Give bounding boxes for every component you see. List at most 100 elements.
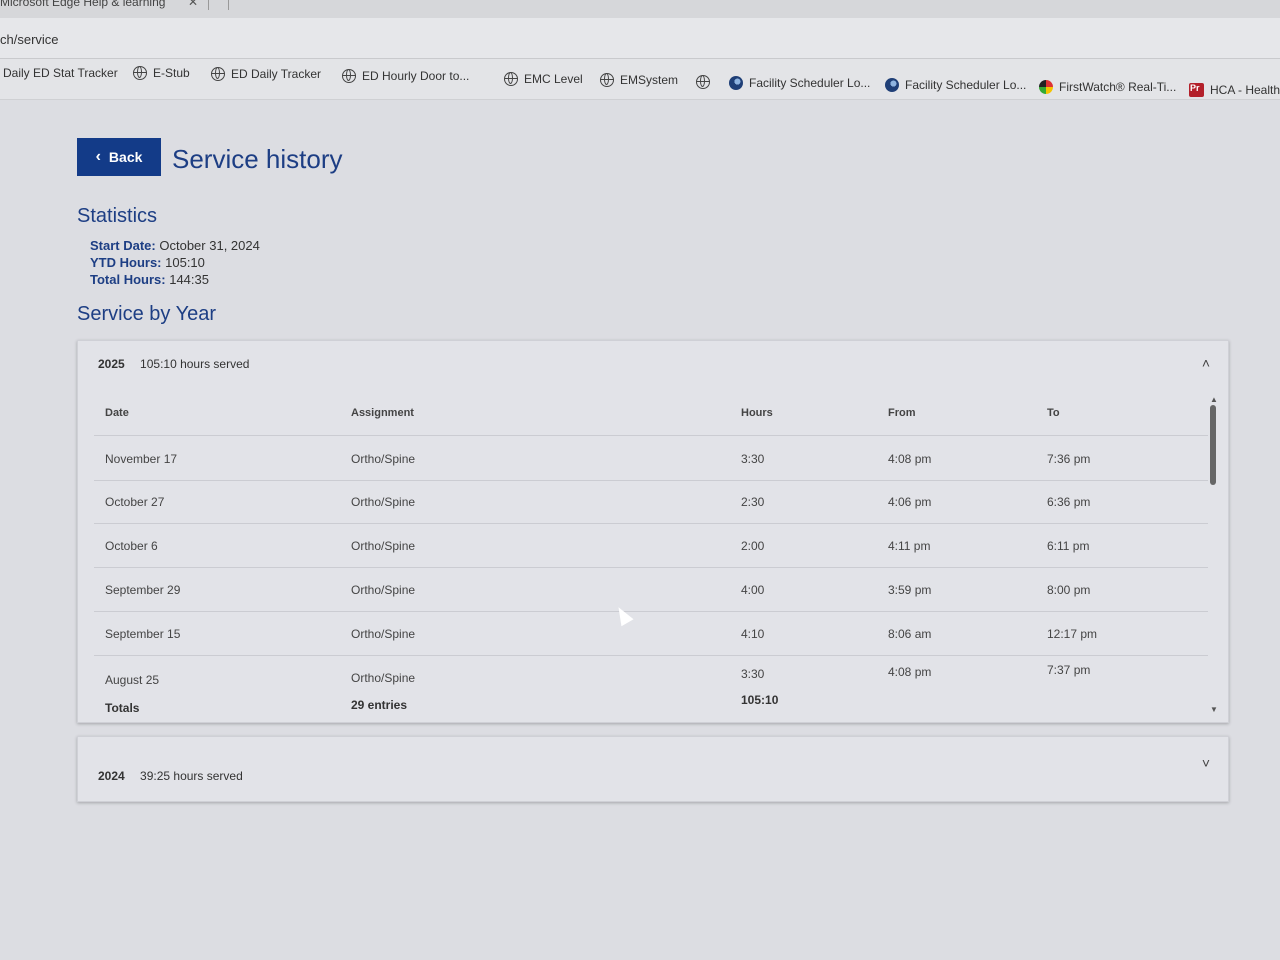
back-button[interactable]: ‹ Back <box>77 138 161 176</box>
table-row[interactable]: September 29 Ortho/Spine 4:00 3:59 pm 8:… <box>94 567 1208 612</box>
favorite-ed-hourly-door[interactable]: ED Hourly Door to... <box>342 69 469 83</box>
cell-to: 8:00 pm <box>1047 583 1091 597</box>
favorite-label: ED Daily Tracker <box>231 67 322 81</box>
stat-label: Start Date: <box>90 238 156 253</box>
cell-from: 8:06 am <box>888 627 932 641</box>
favorite-unnamed[interactable] <box>696 75 716 89</box>
favorites-bar: Daily ED Stat Tracker E-Stub ED Daily Tr… <box>0 59 1280 100</box>
year-label: 2024 <box>98 769 125 783</box>
column-header-to[interactable]: To <box>1047 407 1060 419</box>
tab-strip: Microsoft Edge Help & learning ✕ <box>0 0 1280 18</box>
favorite-hca-healthstream[interactable]: HCA - HealthS <box>1189 83 1280 97</box>
cell-hours: 2:00 <box>741 539 765 553</box>
column-header-date[interactable]: Date <box>105 407 129 419</box>
stat-start-date: Start Date: October 31, 2024 <box>90 238 260 253</box>
favorite-firstwatch[interactable]: FirstWatch® Real-Ti... <box>1039 80 1176 94</box>
service-by-year-heading: Service by Year <box>77 303 216 325</box>
cell-hours: 4:10 <box>741 627 765 641</box>
table-row[interactable]: August 25 Ortho/Spine 3:30 4:08 pm 7:37 … <box>94 655 1208 687</box>
stat-value: 105:10 <box>165 255 205 270</box>
page-title: Service history <box>172 144 343 174</box>
chevron-down-icon[interactable]: ˅ <box>1202 755 1210 771</box>
cell-from: 4:08 pm <box>888 452 932 466</box>
close-tab-icon[interactable]: ✕ <box>188 0 198 9</box>
firstwatch-icon <box>1039 80 1053 94</box>
globe-icon <box>600 73 614 87</box>
cell-assignment: Ortho/Spine <box>351 671 416 685</box>
favorite-facility-scheduler-1[interactable]: Facility Scheduler Lo... <box>729 76 870 90</box>
address-bar[interactable]: ch/service <box>0 18 1280 59</box>
cell-assignment: Ortho/Spine <box>351 583 416 597</box>
cell-from: 4:11 pm <box>888 539 931 553</box>
column-header-from[interactable]: From <box>888 407 916 419</box>
favorite-e-stub[interactable]: E-Stub <box>133 66 190 80</box>
cell-assignment: Ortho/Spine <box>351 627 416 641</box>
cell-hours: 3:30 <box>741 452 765 466</box>
cell-assignment: Ortho/Spine <box>351 495 416 509</box>
url-text[interactable]: ch/service <box>0 32 59 47</box>
scroll-up-arrow[interactable]: ▲ <box>1210 395 1218 404</box>
cell-to: 6:36 pm <box>1047 495 1091 509</box>
favorite-daily-ed-stat-tracker[interactable]: Daily ED Stat Tracker <box>3 66 118 80</box>
stat-label: Total Hours: <box>90 272 166 287</box>
cell-from: 4:06 pm <box>888 495 932 509</box>
favorite-label: Daily ED Stat Tracker <box>3 66 118 80</box>
favorite-label: FirstWatch® Real-Ti... <box>1059 80 1177 94</box>
table-row[interactable]: November 17 Ortho/Spine 3:30 4:08 pm 7:3… <box>94 435 1208 481</box>
favorite-emsystem[interactable]: EMSystem <box>600 73 678 87</box>
table-row[interactable]: October 6 Ortho/Spine 2:00 4:11 pm 6:11 … <box>94 523 1208 568</box>
table-row[interactable]: September 15 Ortho/Spine 4:10 8:06 am 12… <box>94 611 1208 656</box>
favorite-emc-level[interactable]: EMC Level <box>504 72 583 86</box>
favorite-label: Facility Scheduler Lo... <box>749 76 871 90</box>
year-panel-header[interactable]: 2024 39:25 hours served <box>98 769 243 783</box>
totals-label: Totals <box>105 701 140 715</box>
stat-ytd-hours: YTD Hours: 105:10 <box>90 255 205 270</box>
cell-to: 7:37 pm <box>1047 663 1091 677</box>
globe-icon <box>504 72 518 86</box>
table-row[interactable]: October 27 Ortho/Spine 2:30 4:06 pm 6:36… <box>94 479 1208 524</box>
favorite-ed-daily-tracker[interactable]: ED Daily Tracker <box>211 67 321 81</box>
cell-to: 12:17 pm <box>1047 627 1098 641</box>
year-summary: 105:10 hours served <box>140 357 250 371</box>
cell-from: 4:08 pm <box>888 665 932 679</box>
edge-icon <box>729 76 743 90</box>
premiere-icon <box>1189 83 1204 97</box>
cell-date: October 27 <box>105 495 165 509</box>
cell-date: September 29 <box>105 583 181 597</box>
year-panel-2025: 2025 105:10 hours served ˄ Date Assignme… <box>77 340 1229 723</box>
table-scrollbar[interactable] <box>1210 405 1216 485</box>
cell-hours: 3:30 <box>741 667 765 681</box>
scroll-down-arrow[interactable]: ▼ <box>1210 705 1218 714</box>
stat-value: October 31, 2024 <box>159 238 260 253</box>
totals-entries: 29 entries <box>351 698 408 712</box>
cell-date: August 25 <box>105 673 160 687</box>
favorite-facility-scheduler-2[interactable]: Facility Scheduler Lo... <box>885 78 1026 92</box>
favorite-label: EMC Level <box>524 72 583 86</box>
cell-date: September 15 <box>105 627 181 641</box>
year-panel-2024[interactable]: 2024 39:25 hours served ˅ <box>77 736 1229 802</box>
favorite-label: HCA - HealthS <box>1210 83 1280 97</box>
stat-value: 144:35 <box>169 272 209 287</box>
globe-icon <box>342 69 356 83</box>
tab-divider <box>228 0 229 10</box>
browser-tab-title[interactable]: Microsoft Edge Help & learning <box>0 0 165 9</box>
cell-to: 7:36 pm <box>1047 452 1091 466</box>
column-header-assignment[interactable]: Assignment <box>351 407 414 419</box>
cell-hours: 2:30 <box>741 495 765 509</box>
back-label: Back <box>108 149 143 165</box>
tab-divider <box>208 0 209 10</box>
cell-date: November 17 <box>105 452 178 466</box>
cell-to: 6:11 pm <box>1047 539 1090 553</box>
chevron-up-icon[interactable]: ˄ <box>1202 355 1210 371</box>
year-panel-header[interactable]: 2025 105:10 hours served <box>98 357 249 371</box>
column-header-hours[interactable]: Hours <box>741 407 773 419</box>
stat-total-hours: Total Hours: 144:35 <box>90 272 209 287</box>
totals-hours: 105:10 <box>741 693 779 707</box>
stat-label: YTD Hours: <box>90 255 162 270</box>
globe-icon <box>211 67 225 81</box>
favorite-label: E-Stub <box>153 66 190 80</box>
year-summary: 39:25 hours served <box>140 769 243 783</box>
globe-icon <box>696 75 710 89</box>
favorite-label: Facility Scheduler Lo... <box>905 78 1027 92</box>
chevron-left-icon: ‹ <box>95 148 101 165</box>
